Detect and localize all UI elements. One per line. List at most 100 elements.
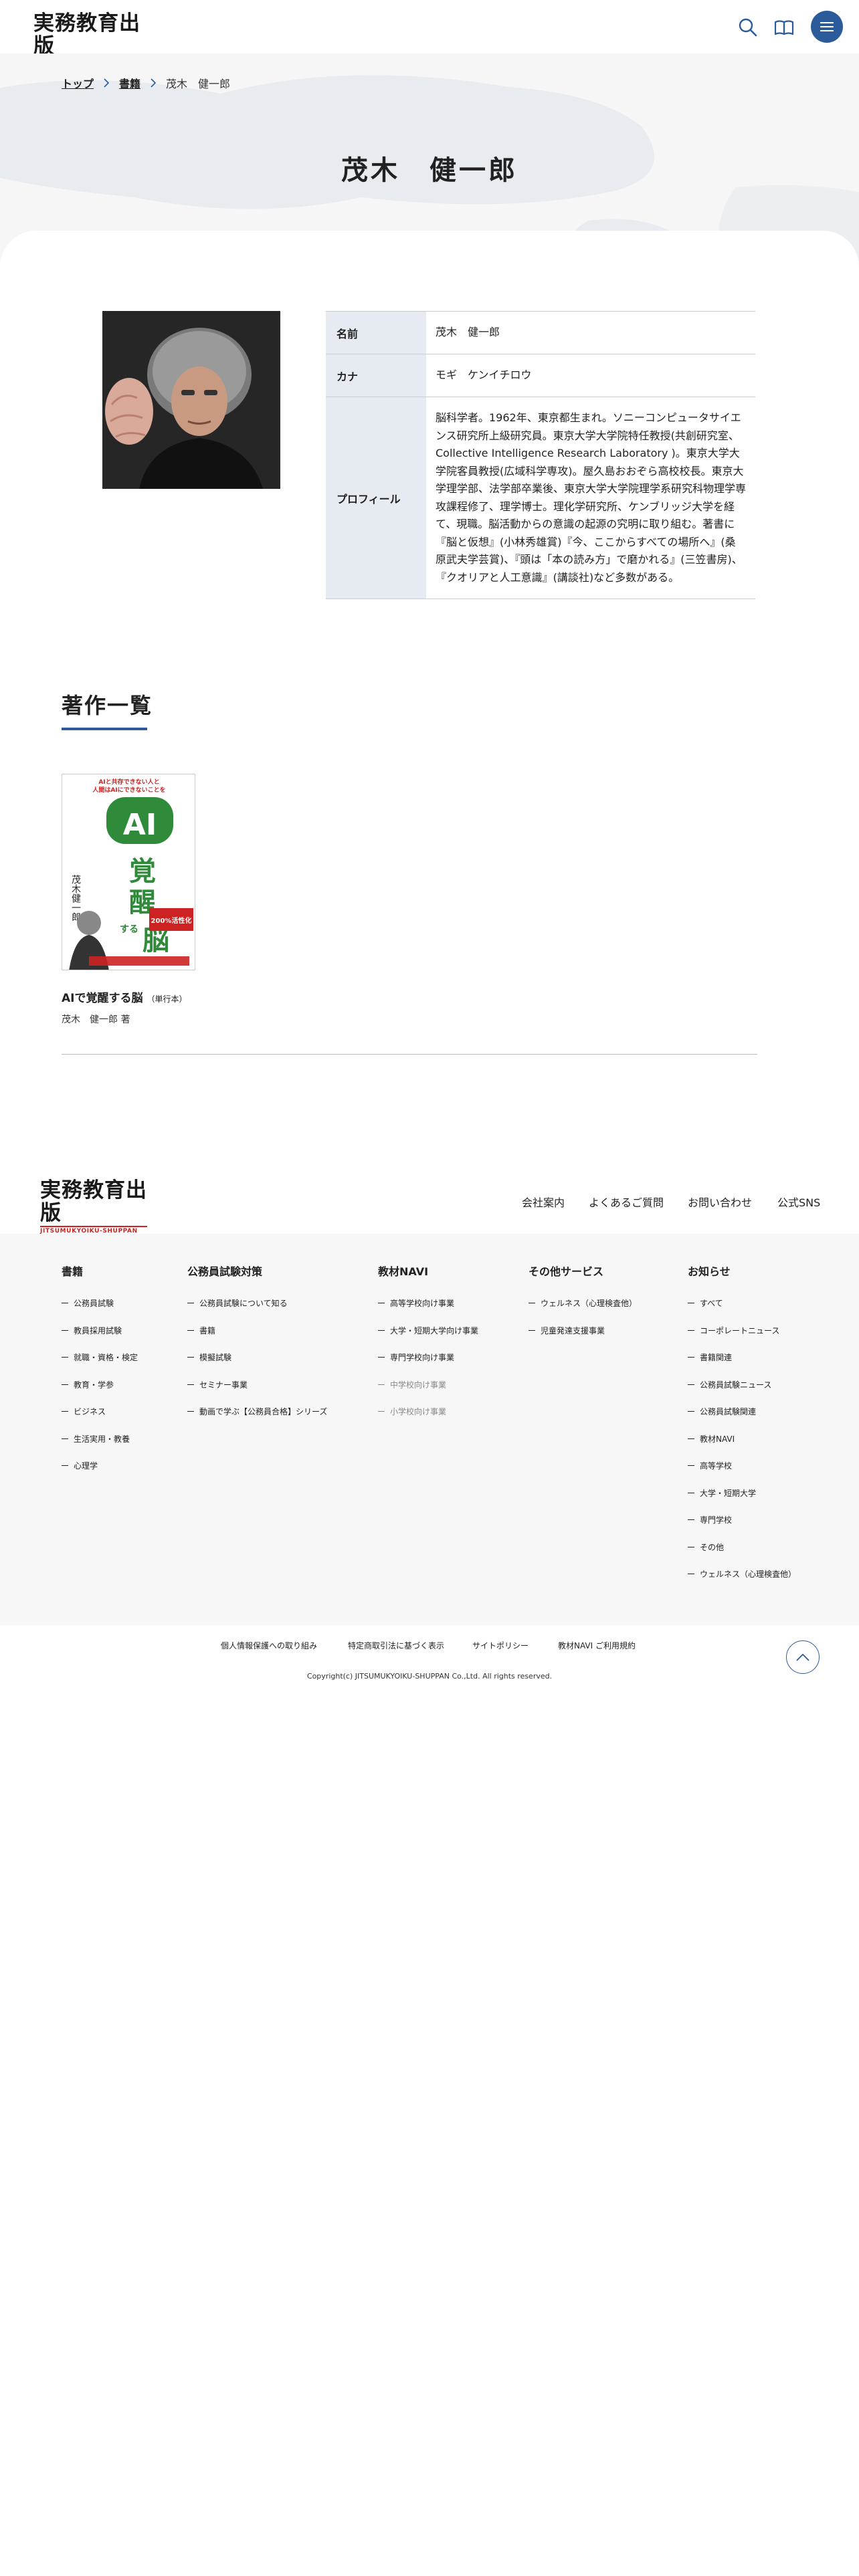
footer-column-link[interactable]: 公務員試験について知る: [187, 1297, 288, 1309]
footer-column-link[interactable]: 中学校向け事業: [378, 1379, 446, 1390]
breadcrumb-books-link[interactable]: 書籍: [119, 75, 140, 91]
footer-bottom-link-policy[interactable]: サイトポリシー: [472, 1640, 529, 1651]
footer-column-link[interactable]: 児童発達支援事業: [529, 1325, 605, 1336]
profile-label-kana: カナ: [326, 354, 426, 397]
footer-column-link-label: 公務員試験について知る: [199, 1299, 288, 1308]
footer-column-link[interactable]: その他: [688, 1541, 724, 1553]
dash-icon: [62, 1438, 68, 1439]
footer-column-link-label: 児童発達支援事業: [541, 1325, 605, 1335]
footer-column-link[interactable]: 小学校向け事業: [378, 1406, 446, 1417]
search-icon[interactable]: [737, 16, 759, 39]
breadcrumb-top-link[interactable]: トップ: [62, 75, 94, 91]
footer-column-link-label: 公務員試験ニュース: [700, 1380, 772, 1390]
footer-column-link-label: 小学校向け事業: [390, 1407, 447, 1416]
dash-icon: [378, 1384, 385, 1385]
footer-column-link[interactable]: 模擬試験: [187, 1352, 231, 1363]
footer-column-link[interactable]: 教員採用試験: [62, 1325, 122, 1336]
footer-column-link[interactable]: 書籍関連: [688, 1352, 732, 1363]
author-portrait: [102, 311, 280, 489]
footer-column-link[interactable]: 専門学校向け事業: [378, 1352, 454, 1363]
dash-icon: [62, 1411, 68, 1412]
dash-icon: [688, 1438, 694, 1439]
site-header: 実務教育出版 JITSUMUKYOIKU-SHUPPAN: [0, 0, 859, 68]
logo-main-text: 実務教育出版: [33, 11, 140, 58]
footer-column-link[interactable]: 教材NAVI: [688, 1433, 735, 1444]
footer-column-link[interactable]: 動画で学ぶ【公務員合格】シリーズ: [187, 1406, 327, 1417]
footer-logo[interactable]: 実務教育出版 JITSUMUKYOIKU-SHUPPAN: [40, 1179, 147, 1235]
profile-table: 名前 茂木 健一郎 カナ モギ ケンイチロウ プロフィール 脳科学者。1962年…: [326, 311, 755, 599]
svg-text:覚: 覚: [129, 856, 156, 887]
footer-column-link-label: 大学・短期大学: [700, 1488, 757, 1498]
cover-author-vertical: 茂木健一郎: [70, 874, 81, 922]
footer-column-title: お知らせ: [688, 1265, 731, 1278]
dash-icon: [529, 1329, 535, 1331]
works-divider: [62, 1054, 757, 1055]
footer-column-link-label: 高等学校: [700, 1461, 733, 1471]
footer-bottom-link-commerce[interactable]: 特定商取引法に基づく表示: [348, 1640, 444, 1651]
book-icon[interactable]: [773, 16, 795, 39]
cover-top-line: AIと共存できない人と: [98, 778, 159, 786]
dash-icon: [187, 1384, 194, 1385]
footer-column-link[interactable]: コーポレートニュース: [688, 1325, 779, 1336]
footer-link-contact[interactable]: お問い合わせ: [688, 1194, 752, 1210]
footer-column-link[interactable]: 大学・短期大学: [688, 1487, 756, 1499]
footer-link-company[interactable]: 会社案内: [522, 1194, 565, 1210]
footer-column-link-label: 生活実用・教養: [74, 1434, 130, 1444]
footer-column-link-label: 動画で学ぶ【公務員合格】シリーズ: [199, 1407, 328, 1416]
dash-icon: [378, 1329, 385, 1331]
dash-icon: [688, 1384, 694, 1385]
breadcrumb: トップ 書籍 茂木 健一郎: [62, 75, 230, 91]
footer-column-link[interactable]: ウェルネス（心理検査他）: [688, 1568, 796, 1580]
footer-column-link[interactable]: セミナー事業: [187, 1379, 248, 1390]
footer-column-link-label: 書籍関連: [700, 1353, 733, 1362]
footer-column-link[interactable]: 専門学校: [688, 1514, 732, 1525]
dash-icon: [62, 1465, 68, 1466]
footer-link-sns[interactable]: 公式SNS: [777, 1194, 820, 1210]
book-type: （単行本）: [147, 994, 187, 1004]
book-title[interactable]: AIで覚醒する脳 （単行本）: [62, 988, 187, 1005]
footer-column-link[interactable]: 高等学校向け事業: [378, 1297, 454, 1309]
footer-bottom: [0, 1625, 859, 2576]
footer-column-link-label: 模擬試験: [199, 1353, 232, 1362]
footer-column-link-label: ウェルネス（心理検査他）: [700, 1570, 797, 1579]
footer-bottom-link-terms[interactable]: 教材NAVI ご利用規約: [558, 1640, 636, 1651]
footer-link-faq[interactable]: よくあるご質問: [589, 1194, 664, 1210]
profile-value-profile: 脳科学者。1962年、東京都生まれ。ソニーコンピュータサイエンス研究所上級研究員…: [436, 411, 747, 584]
profile-label-profile: プロフィール: [326, 397, 426, 599]
footer-column-link[interactable]: すべて: [688, 1297, 723, 1309]
footer-column-link[interactable]: 教育・学参: [62, 1379, 114, 1390]
footer-column-link[interactable]: ウェルネス（心理検査他）: [529, 1297, 637, 1309]
footer-column-link-label: 心理学: [74, 1461, 98, 1471]
footer-column-link[interactable]: 公務員試験: [62, 1297, 114, 1309]
footer-column-link[interactable]: 生活実用・教養: [62, 1433, 130, 1444]
footer-column-link-label: 教員採用試験: [74, 1325, 122, 1335]
dash-icon: [378, 1411, 385, 1412]
footer-column-link-label: 教材NAVI: [700, 1434, 735, 1444]
footer-column-link-label: 専門学校向け事業: [390, 1353, 455, 1362]
menu-icon: [820, 22, 834, 31]
dash-icon: [688, 1357, 694, 1358]
menu-button[interactable]: [811, 11, 843, 43]
footer-column-link[interactable]: 心理学: [62, 1460, 98, 1471]
footer-column-link[interactable]: ビジネス: [62, 1406, 106, 1417]
footer-column-link-label: 教育・学参: [74, 1380, 114, 1390]
cover-top-line-2: 人間はAIにできないことを: [92, 786, 165, 794]
footer-column-link[interactable]: 公務員試験関連: [688, 1406, 756, 1417]
footer-bottom-link-privacy[interactable]: 個人情報保護への取り組み: [221, 1640, 317, 1651]
footer-column-link[interactable]: 高等学校: [688, 1460, 732, 1471]
footer-column-link[interactable]: 大学・短期大学向け事業: [378, 1325, 478, 1336]
profile-row-profile: プロフィール 脳科学者。1962年、東京都生まれ。ソニーコンピュータサイエンス研…: [326, 397, 755, 599]
page-top-button[interactable]: [786, 1640, 820, 1674]
footer-column-link[interactable]: 就職・資格・検定: [62, 1352, 138, 1363]
dash-icon: [688, 1465, 694, 1466]
footer-column-link-label: ビジネス: [74, 1407, 106, 1416]
footer-column-link[interactable]: 公務員試験ニュース: [688, 1379, 771, 1390]
dash-icon: [688, 1411, 694, 1412]
book-title-text: AIで覚醒する脳: [62, 992, 143, 1005]
footer-column-title: その他サービス: [529, 1265, 604, 1278]
footer-column-link-label: ウェルネス（心理検査他）: [541, 1299, 638, 1308]
footer-column-link-label: 公務員試験関連: [700, 1407, 757, 1416]
dash-icon: [62, 1384, 68, 1385]
footer-column-link[interactable]: 書籍: [187, 1325, 215, 1336]
book-cover[interactable]: AIと共存できない人と 人間はAIにできないことを 茂木健一郎 AI 覚 醒 す…: [62, 774, 195, 970]
